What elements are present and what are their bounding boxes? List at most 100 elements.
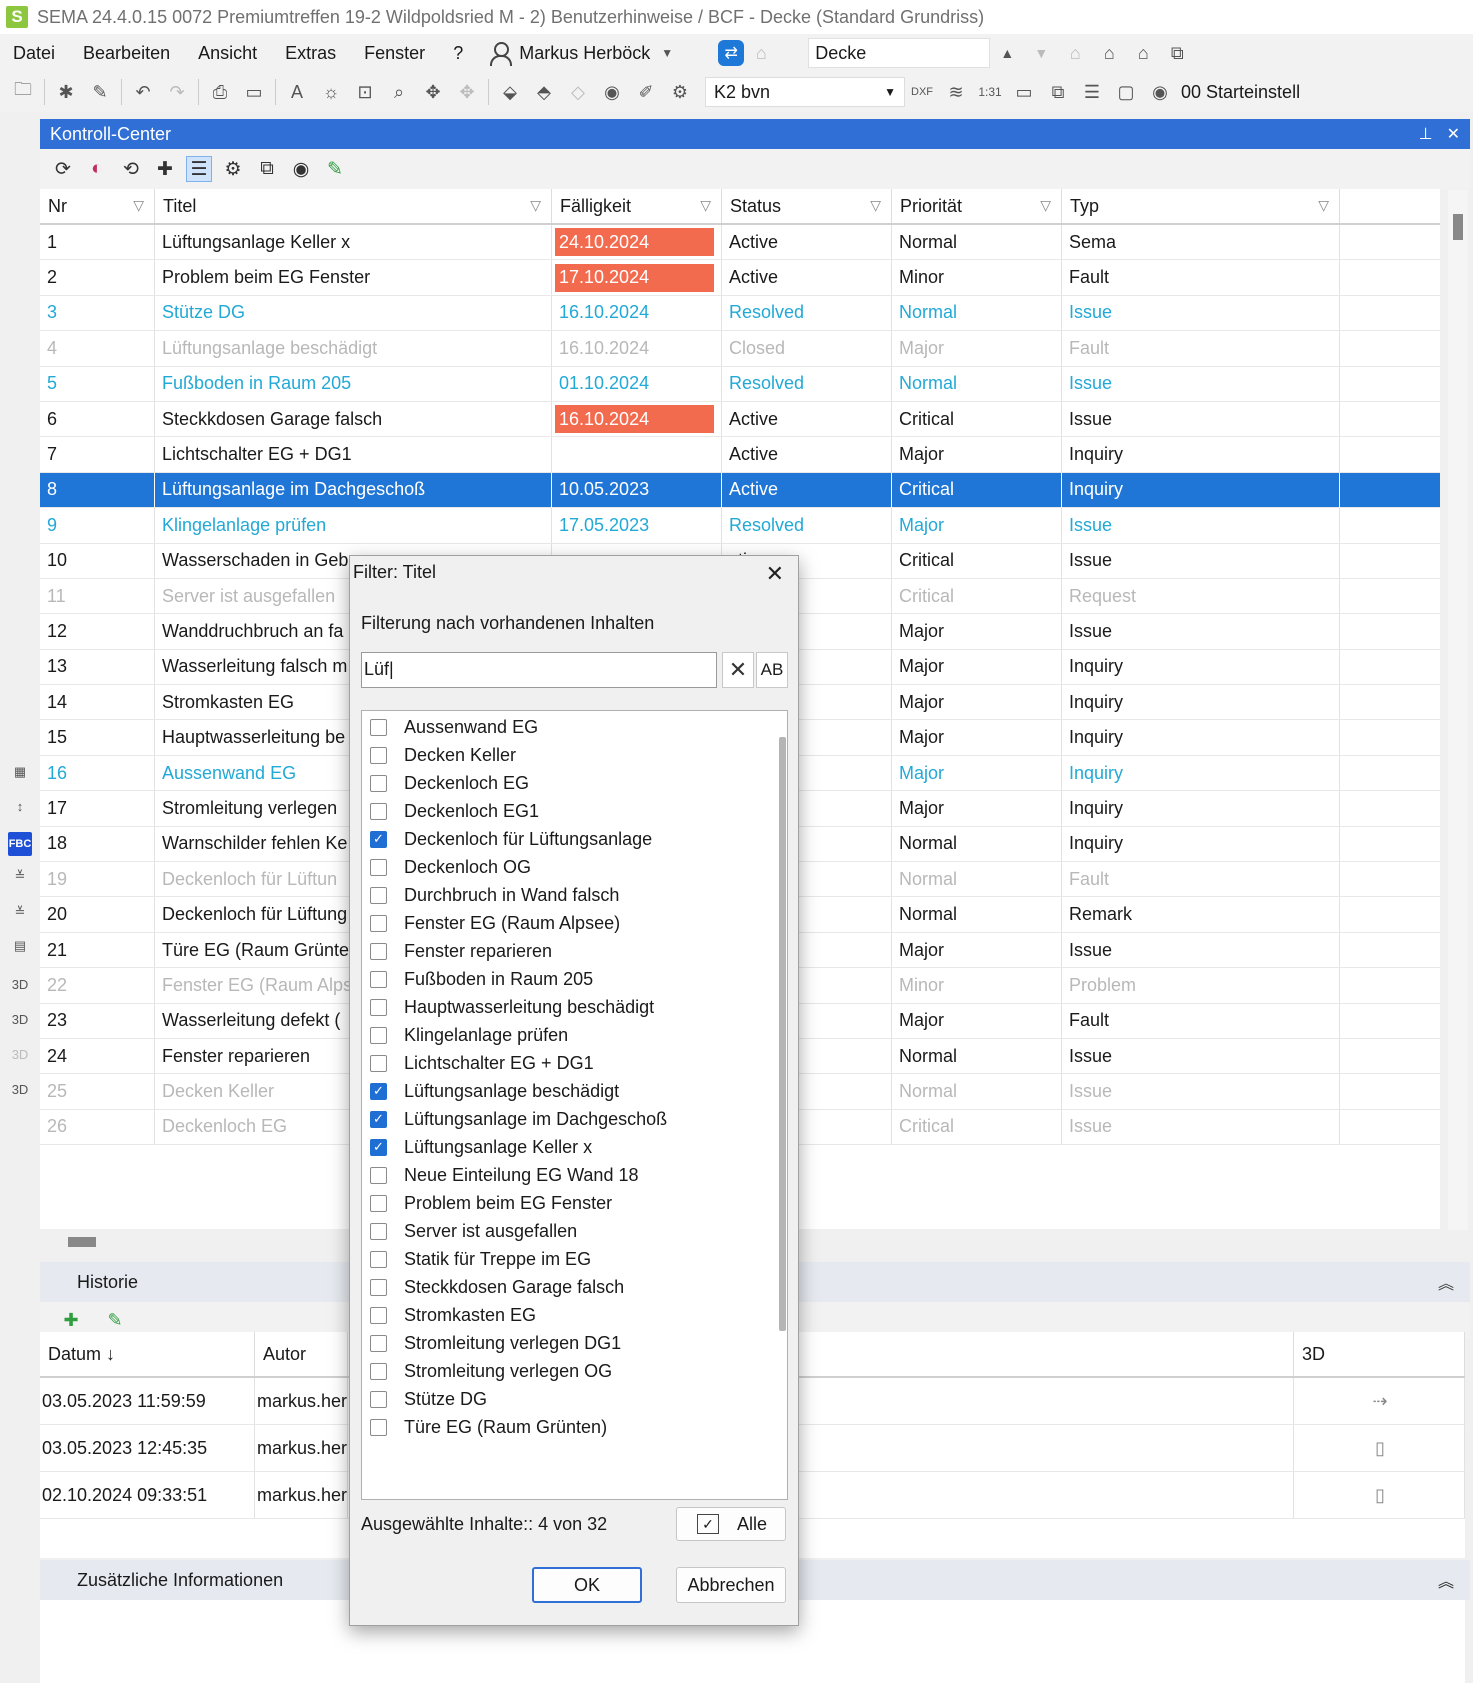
view-3d-icon[interactable]: ⬙ [497, 79, 523, 105]
layers-icon[interactable]: ⧉ [1164, 40, 1190, 66]
menu-fenster[interactable]: Fenster [350, 43, 439, 64]
column-header-status[interactable]: Status ▽ [722, 189, 892, 223]
checkbox-unchecked[interactable] [370, 1222, 387, 1240]
bcf-icon[interactable]: ◐ [84, 156, 110, 182]
edit-pen-icon[interactable]: ✎ [322, 156, 348, 182]
filter-option[interactable]: Server ist ausgefallen [370, 1217, 577, 1245]
scrollbar-thumb[interactable] [1453, 214, 1463, 240]
filter-option[interactable]: Lichtschalter EG + DG1 [370, 1049, 594, 1077]
dxf-icon[interactable]: DXF [909, 79, 935, 105]
checkbox-unchecked[interactable] [370, 746, 387, 764]
checkbox-unchecked[interactable] [370, 970, 387, 988]
calculator-icon[interactable]: ▦ [8, 760, 32, 784]
column-header-typ[interactable]: Typ ▽ [1062, 189, 1340, 223]
column-header-datum[interactable]: Datum ↓ [40, 1332, 255, 1376]
cancel-button[interactable]: Abbrechen [676, 1567, 786, 1603]
filter-icon[interactable]: ▽ [133, 197, 144, 214]
menu-help[interactable]: ? [439, 43, 477, 64]
settings-icon[interactable]: ⚙ [667, 79, 693, 105]
move-icon[interactable]: ✥ [420, 79, 446, 105]
table-row[interactable]: 5 Fußboden in Raum 205 01.10.2024 Resolved N… [40, 366, 1440, 402]
filter-option[interactable]: Durchbruch in Wand falsch [370, 881, 619, 909]
view-3d-hidden-icon[interactable]: 3D [8, 1042, 32, 1066]
checkbox-unchecked[interactable] [370, 1390, 387, 1408]
filter-icon[interactable]: ▽ [700, 197, 711, 214]
filter-option[interactable]: Fenster reparieren [370, 937, 552, 965]
text-icon[interactable]: A [284, 79, 310, 105]
collapse-icon[interactable]: ︽ [1438, 1270, 1454, 1294]
visibility-settings-icon[interactable]: ◉ [1147, 79, 1173, 105]
table-row[interactable]: 6 Steckkdosen Garage falsch 16.10.2024 Acti… [40, 401, 1440, 438]
checkbox-checked[interactable]: ✓ [370, 1082, 387, 1100]
table-row[interactable]: 9 Klingelanlage prüfen 17.05.2023 Resolved M… [40, 508, 1440, 544]
filter-option[interactable]: ✓ Deckenloch für Lüftungsanlage [370, 825, 652, 853]
list-scrollbar-thumb[interactable] [779, 737, 786, 1331]
checkbox-unchecked[interactable] [370, 718, 387, 736]
menu-datei[interactable]: Datei [0, 43, 69, 64]
checkbox-unchecked[interactable] [370, 1306, 387, 1324]
filter-option[interactable]: Aussenwand EG [370, 713, 538, 741]
clear-search-icon[interactable]: ✕ [722, 652, 754, 688]
sync-icon[interactable]: ⟲ [118, 156, 144, 182]
arrow-down-icon[interactable]: ▼ [1028, 40, 1054, 66]
close-icon[interactable]: ✕ [1447, 124, 1460, 144]
magic-wand-icon[interactable]: ✱ [53, 79, 79, 105]
plane-icon[interactable]: ◇ [565, 79, 591, 105]
view-name-field[interactable]: Decke [808, 38, 991, 68]
view-options-icon[interactable]: ◉ [288, 156, 314, 182]
checkbox-unchecked[interactable] [370, 802, 387, 820]
house-icon[interactable]: ⌂ [1096, 40, 1122, 66]
view-3d-eye-icon[interactable]: 3D [8, 1007, 32, 1031]
filter-option[interactable]: Türe EG (Raum Grünten) [370, 1413, 607, 1441]
filter-option[interactable]: Fenster EG (Raum Alpsee) [370, 909, 620, 937]
dimension-icon[interactable]: ↕ [8, 794, 32, 818]
rotate-icon[interactable]: ✥ [454, 79, 480, 105]
checkbox-unchecked[interactable] [370, 1250, 387, 1268]
table-row[interactable]: 3 Stütze DG 16.10.2024 Resolved Normal Issue [40, 295, 1440, 332]
list-view-icon[interactable]: ☰ [186, 156, 212, 182]
zoom-icon[interactable]: ⌕ [386, 79, 412, 105]
window-icon[interactable]: ▢ [1113, 79, 1139, 105]
pin-icon[interactable]: ⊥ [1419, 124, 1433, 144]
scrollbar-thumb[interactable] [68, 1237, 96, 1247]
filter-option[interactable]: Stromkasten EG [370, 1301, 536, 1329]
snapshot-thumbnail-icon[interactable]: ▯ [1294, 1425, 1465, 1471]
checkbox-unchecked[interactable] [370, 858, 387, 876]
filter-option[interactable]: Decken Keller [370, 741, 516, 769]
filter-option[interactable]: Deckenloch EG1 [370, 797, 539, 825]
edit-comment-icon[interactable]: ✎ [102, 1307, 128, 1333]
column-header-faelligkeit[interactable]: Fälligkeit ▽ [552, 189, 722, 223]
snapshot-thumbnail-icon[interactable]: ⇢ [1294, 1378, 1465, 1424]
filter-icon[interactable]: ▽ [1040, 197, 1051, 214]
redo-icon[interactable]: ↷ [164, 79, 190, 105]
teamviewer-icon[interactable]: ⇄ [718, 40, 745, 66]
filter-option[interactable]: Deckenloch OG [370, 853, 531, 881]
floor-icon[interactable]: ⌂ [1062, 40, 1088, 66]
collapse-icon[interactable]: ︽ [1438, 1568, 1454, 1592]
filter-option[interactable]: Stromleitung verlegen DG1 [370, 1329, 621, 1357]
eye-icon[interactable]: ◉ [599, 79, 625, 105]
print-layout-icon[interactable]: ▭ [241, 79, 267, 105]
checkbox-unchecked[interactable] [370, 1278, 387, 1296]
checkbox-unchecked[interactable] [370, 1362, 387, 1380]
view-3d-dimension-icon[interactable]: 3D [8, 1077, 32, 1101]
light-icon[interactable]: ☼ [318, 79, 344, 105]
arrow-up-icon[interactable]: ▲ [994, 40, 1020, 66]
zoom-window-icon[interactable]: ⊡ [352, 79, 378, 105]
checkbox-unchecked[interactable] [370, 1054, 387, 1072]
settings-list-icon[interactable]: ⚙ [220, 156, 246, 182]
checkbox-unchecked[interactable] [370, 1418, 387, 1436]
column-header-autor[interactable]: Autor [255, 1332, 348, 1376]
filter-search-input[interactable]: Lüf| [361, 652, 717, 688]
start-settings-label[interactable]: 00 Starteinstell [1181, 82, 1300, 103]
checkbox-unchecked[interactable] [370, 998, 387, 1016]
beam-icon[interactable]: ▭ [1011, 79, 1037, 105]
filter-option[interactable]: Neue Einteilung EG Wand 18 [370, 1161, 638, 1189]
filter-option[interactable]: Deckenloch EG [370, 769, 529, 797]
checkbox-unchecked[interactable] [370, 1334, 387, 1352]
table-vertical-scrollbar[interactable] [1448, 190, 1468, 1230]
snapshot-thumbnail-icon[interactable]: ▯ [1294, 1472, 1465, 1518]
document-icon[interactable]: ▤ [8, 934, 32, 958]
checkbox-unchecked[interactable] [370, 914, 387, 932]
table-row[interactable]: 4 Lüftungsanlage beschädigt 16.10.2024 Clos… [40, 331, 1440, 367]
